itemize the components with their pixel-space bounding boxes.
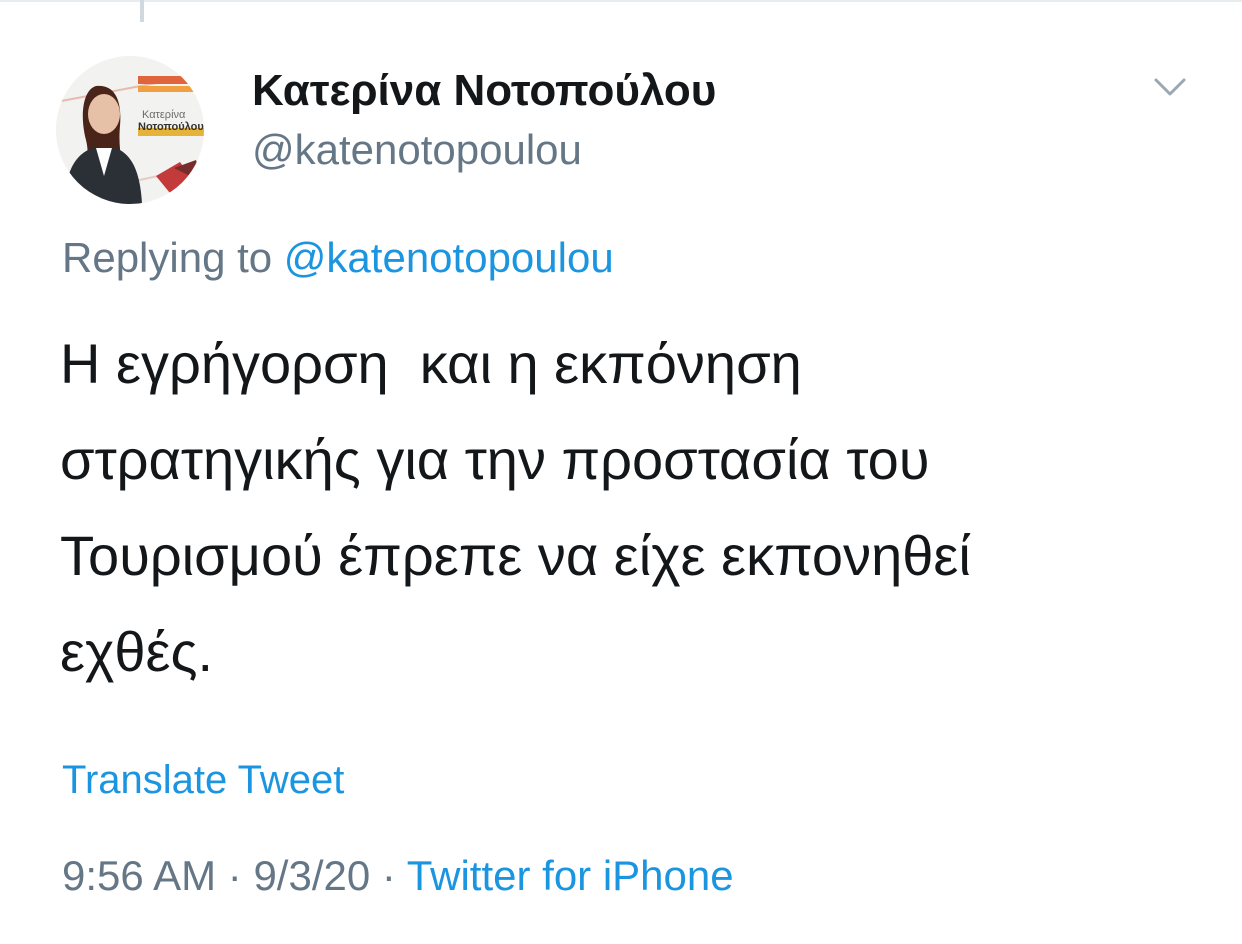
replying-to-label: Replying to	[62, 234, 273, 281]
tweet-date[interactable]: 9/3/20	[253, 852, 370, 899]
reply-mention-link[interactable]: @katenotopoulou	[284, 234, 614, 281]
replying-to: Replying to @katenotopoulou	[62, 234, 614, 282]
author-name[interactable]: Κατερίνα Νοτοπούλου	[252, 66, 716, 116]
meta-separator: ·	[216, 852, 254, 899]
translate-tweet-link[interactable]: Translate Tweet	[62, 758, 344, 803]
tweet-text: Η εγρήγορση και η εκπόνηση στρατηγικής γ…	[60, 332, 971, 683]
tweet-metadata: 9:56 AM · 9/3/20 · Twitter for iPhone	[62, 852, 734, 900]
avatar[interactable]: Κατερίνα Νοτοπούλου	[56, 56, 204, 204]
avatar-logo-first: Κατερίνα	[142, 109, 186, 121]
thread-connector-line	[140, 0, 144, 22]
avatar-logo-last: Νοτοπούλου	[138, 121, 204, 133]
author-handle[interactable]: @katenotopoulou	[252, 126, 582, 174]
tweet-source-link[interactable]: Twitter for iPhone	[407, 852, 734, 899]
meta-separator: ·	[370, 852, 407, 899]
tweet-detail: Κατερίνα Νοτοπούλου Κατερίνα Νοτοπούλου …	[0, 0, 1242, 944]
chevron-down-icon[interactable]	[1146, 68, 1194, 108]
top-divider	[0, 0, 1242, 2]
avatar-image: Κατερίνα Νοτοπούλου	[56, 56, 204, 204]
tweet-time[interactable]: 9:56 AM	[62, 852, 216, 899]
